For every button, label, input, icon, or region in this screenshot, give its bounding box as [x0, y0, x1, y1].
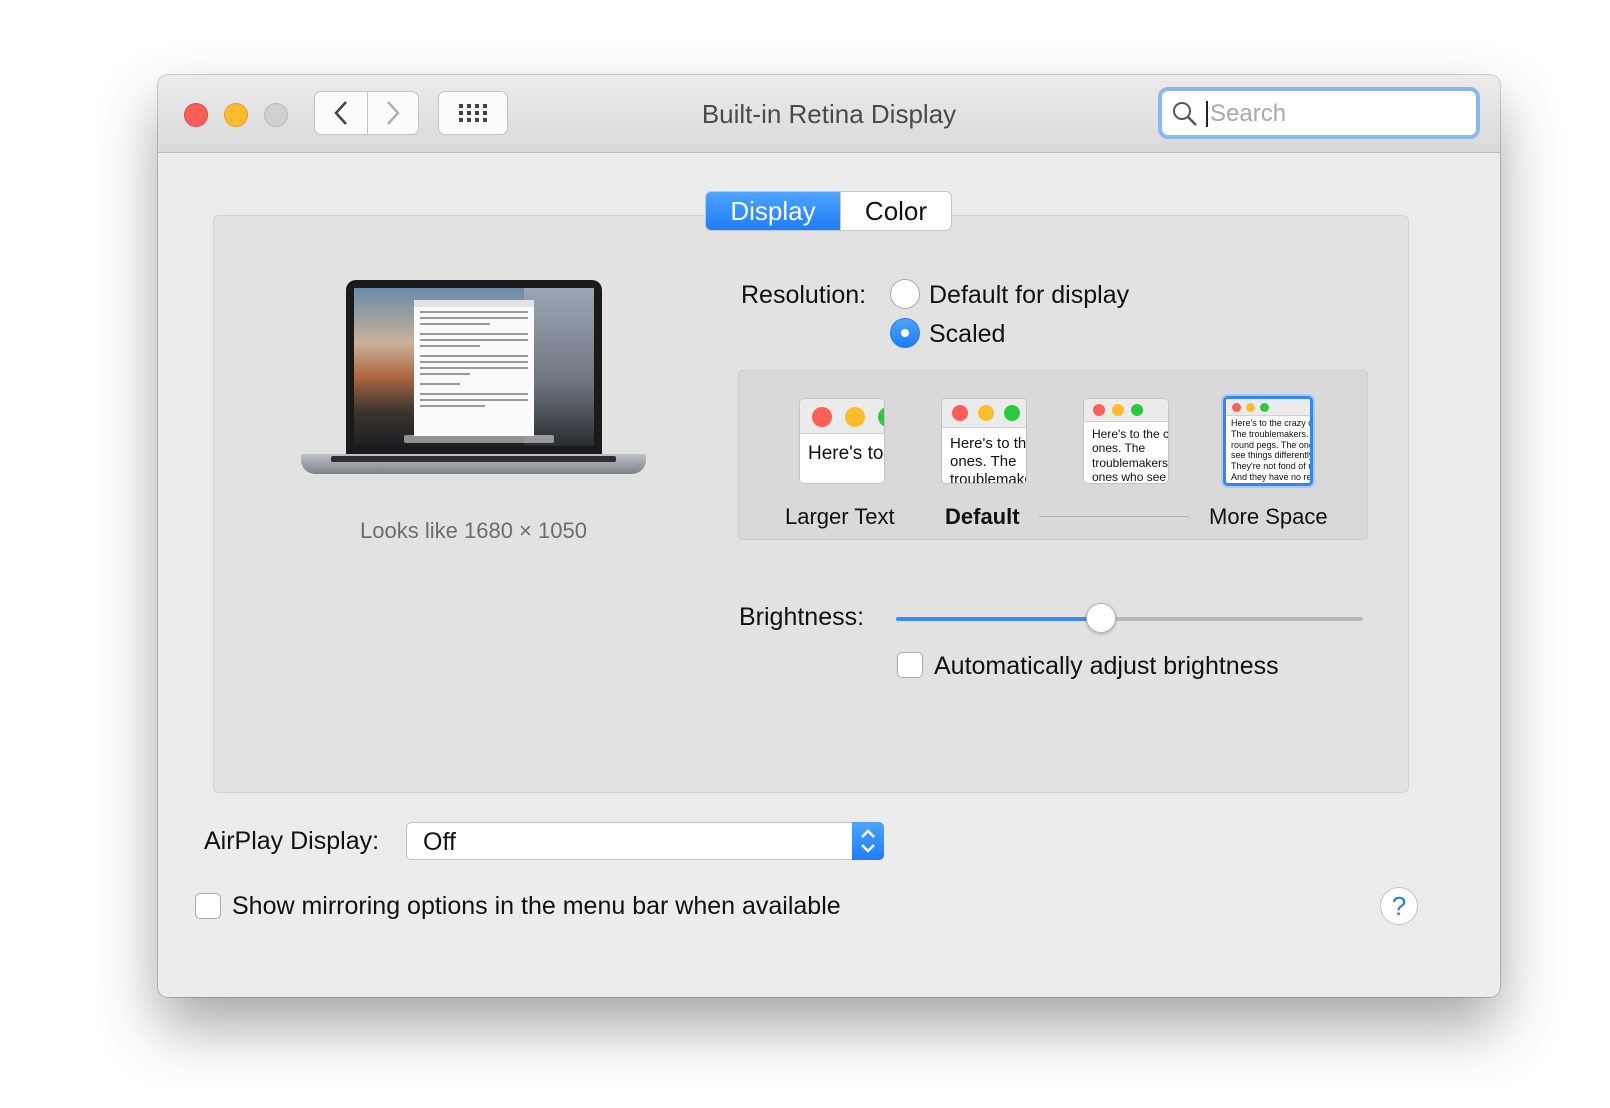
radio-default-for-display[interactable] [890, 279, 920, 309]
dock-illustration [404, 435, 554, 443]
looks-like-label: Looks like 1680 × 1050 [360, 518, 587, 543]
brightness-label: Brightness: [739, 603, 865, 631]
resolution-label: Resolution: [741, 281, 867, 309]
airplay-display-label: AirPlay Display: [204, 827, 380, 855]
preferences-window: Built-in Retina Display Display Color [158, 75, 1500, 997]
radio-scaled[interactable] [890, 318, 920, 348]
scaled-options: Here's to the crazy ones. The troublemak… [738, 370, 1368, 540]
airplay-display-value: Off [423, 828, 456, 856]
search-icon [1173, 102, 1197, 126]
brightness-slider[interactable] [896, 603, 1363, 633]
scale-divider [1039, 516, 1189, 517]
preview-text: Here's to the crazy ones. The troublemak… [1231, 418, 1313, 483]
preview-text: Here's to the crazy ones. The troublemak… [950, 435, 1027, 484]
auto-brightness-checkbox[interactable] [897, 652, 923, 678]
tab-display[interactable]: Display [706, 192, 840, 230]
scale-option-default[interactable]: Here's to the crazy ones. The troublemak… [941, 398, 1027, 484]
scale-option-larger-text[interactable]: Here's to the crazy ones. The troublemak… [799, 398, 885, 484]
search-input[interactable] [1208, 97, 1462, 131]
radio-default-label[interactable]: Default for display [929, 281, 1129, 310]
help-button[interactable]: ? [1380, 887, 1418, 925]
more-space-label: More Space [1209, 504, 1328, 529]
tab-color[interactable]: Color [840, 192, 951, 230]
auto-brightness-label[interactable]: Automatically adjust brightness [934, 652, 1279, 681]
laptop-illustration [301, 280, 646, 490]
larger-text-label: Larger Text [785, 504, 895, 529]
airplay-display-select[interactable]: Off [406, 822, 884, 860]
search-field[interactable] [1158, 87, 1480, 139]
radio-scaled-label[interactable]: Scaled [929, 320, 1005, 349]
document-window-illustration [414, 300, 534, 436]
show-mirroring-label[interactable]: Show mirroring options in the menu bar w… [232, 892, 841, 921]
scale-option-more-space[interactable]: Here's to the crazy ones. The troublemak… [1223, 396, 1313, 486]
laptop-screen-frame [346, 280, 602, 454]
default-label: Default [945, 504, 1020, 529]
laptop-keyboard [331, 456, 616, 462]
brightness-slider-fill [896, 617, 1102, 621]
show-mirroring-checkbox[interactable] [195, 893, 221, 919]
preview-text: Here's to the crazy ones. The troublemak… [1092, 427, 1169, 484]
select-arrows-icon [852, 822, 884, 860]
title-bar: Built-in Retina Display [158, 75, 1500, 153]
tab-bar: Display Color [705, 191, 952, 231]
preview-text: Here's to the crazy ones. The troublemak… [808, 443, 884, 464]
scale-option-3[interactable]: Here's to the crazy ones. The troublemak… [1083, 398, 1169, 484]
laptop-screen [354, 288, 594, 446]
